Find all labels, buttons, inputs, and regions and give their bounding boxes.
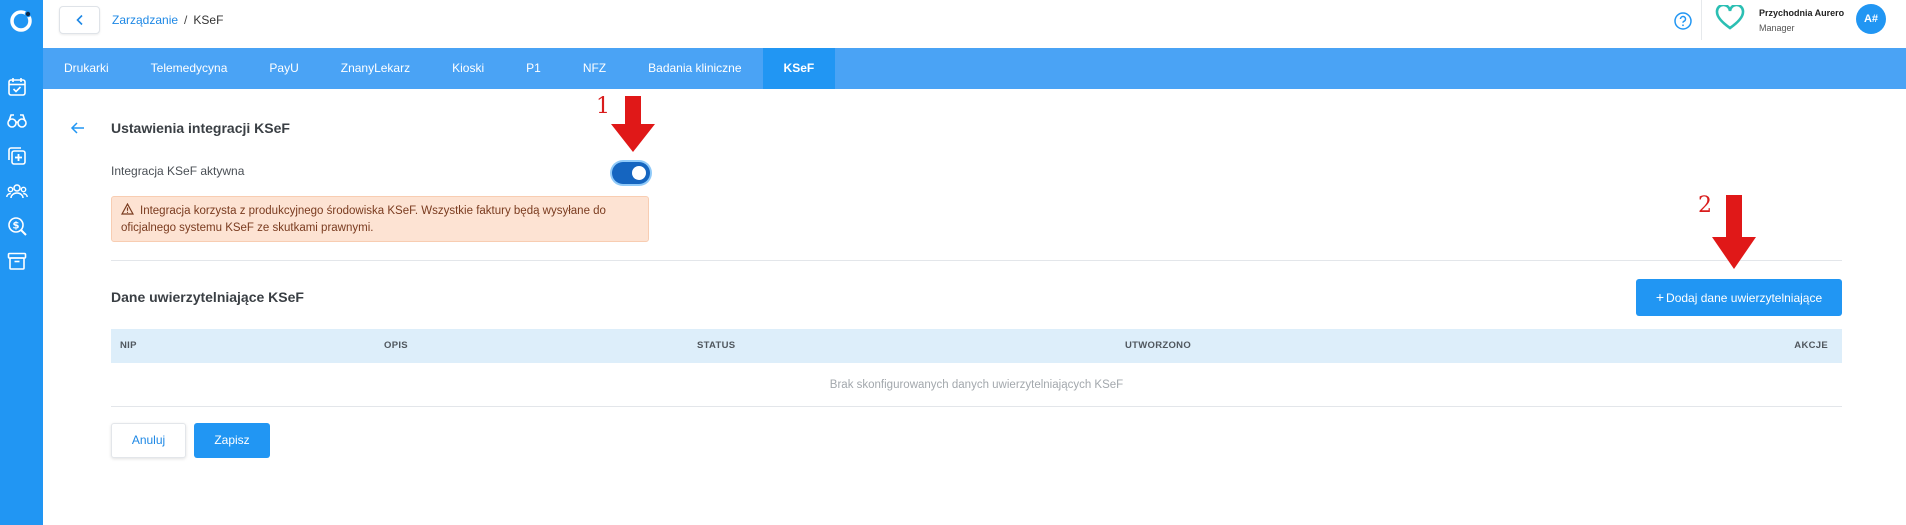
section-divider [111,260,1842,261]
annotation-number-1: 1 [596,94,610,119]
plus-icon: + [1655,289,1665,305]
column-header-nip[interactable]: NIP [120,329,137,363]
warning-icon [121,203,134,215]
ksef-toggle-label: Integracja KSeF aktywna [111,164,245,178]
organization-logo [1715,5,1745,30]
avatar[interactable]: A# [1856,4,1886,34]
credentials-table: NIP OPIS STATUS UTWORZONO AKCJE Brak sko… [111,329,1842,407]
column-header-status[interactable]: STATUS [697,329,735,363]
user-role: Manager [1759,23,1795,33]
breadcrumb-separator: / [184,13,188,27]
tab-ksef[interactable]: KSeF [762,48,836,89]
header-divider [1701,0,1702,40]
arrow-left-icon[interactable] [70,120,86,136]
column-header-utworzono[interactable]: UTWORZONO [1125,329,1191,363]
tab-kioski[interactable]: Kioski [431,48,505,89]
annotation-number-2: 2 [1698,193,1712,218]
cancel-button[interactable]: Anuluj [111,423,186,458]
tab-nfz[interactable]: NFZ [562,48,627,89]
breadcrumb: Zarządzanie / KSeF [112,13,223,27]
tab-telemedycyna[interactable]: Telemedycyna [130,48,249,89]
medical-plus-icon[interactable] [6,145,28,167]
production-warning: Integracja korzysta z produkcyjnego środ… [111,196,649,242]
top-bar: Zarządzanie / KSeF Przychodnia Aurero Mana… [43,0,1906,48]
tab-payu[interactable]: PayU [248,48,319,89]
help-icon[interactable] [1673,11,1693,31]
ksef-active-toggle[interactable] [612,162,650,184]
save-button[interactable]: Zapisz [194,423,270,458]
breadcrumb-current: KSeF [193,13,224,27]
calendar-check-icon[interactable] [6,76,28,98]
add-credentials-label: Dodaj dane uwierzytelniające [1666,291,1823,305]
column-header-akcje: AKCJE [1794,340,1828,351]
integration-tabs: Drukarki Telemedycyna PayU ZnanyLekarz Kiosk… [43,48,836,89]
chevron-left-icon [76,14,83,26]
users-icon[interactable] [6,180,28,202]
settings-title: Ustawienia integracji KSeF [111,120,290,136]
table-header: NIP OPIS STATUS UTWORZONO AKCJE [111,329,1842,363]
sidebar: $ [0,0,43,525]
tab-znanylekarz[interactable]: ZnanyLekarz [320,48,431,89]
annotation-arrow-down-icon [1712,195,1756,269]
tab-p1[interactable]: P1 [505,48,562,89]
svg-text:$: $ [13,221,20,232]
app-logo[interactable] [8,8,34,34]
search-dollar-icon[interactable]: $ [6,215,28,237]
header-back-button[interactable] [59,6,100,34]
annotation-arrow-down-icon [611,96,655,152]
warning-text: Integracja korzysta z produkcyjnego środ… [121,205,606,234]
toggle-knob [632,166,646,180]
breadcrumb-parent-link[interactable]: Zarządzanie [112,13,178,27]
organization-name[interactable]: Przychodnia Aurero [1759,8,1844,18]
glasses-icon[interactable] [6,110,28,132]
column-header-opis[interactable]: OPIS [384,329,408,363]
credentials-title: Dane uwierzytelniające KSeF [111,289,304,305]
add-credentials-button[interactable]: + Dodaj dane uwierzytelniające [1636,279,1842,316]
empty-state-text: Brak skonfigurowanych danych uwierzyteln… [111,363,1842,407]
archive-icon[interactable] [6,250,28,272]
tab-badania-kliniczne[interactable]: Badania kliniczne [627,48,762,89]
tabs-bar: Drukarki Telemedycyna PayU ZnanyLekarz Kiosk… [43,48,1906,89]
tab-drukarki[interactable]: Drukarki [43,48,130,89]
